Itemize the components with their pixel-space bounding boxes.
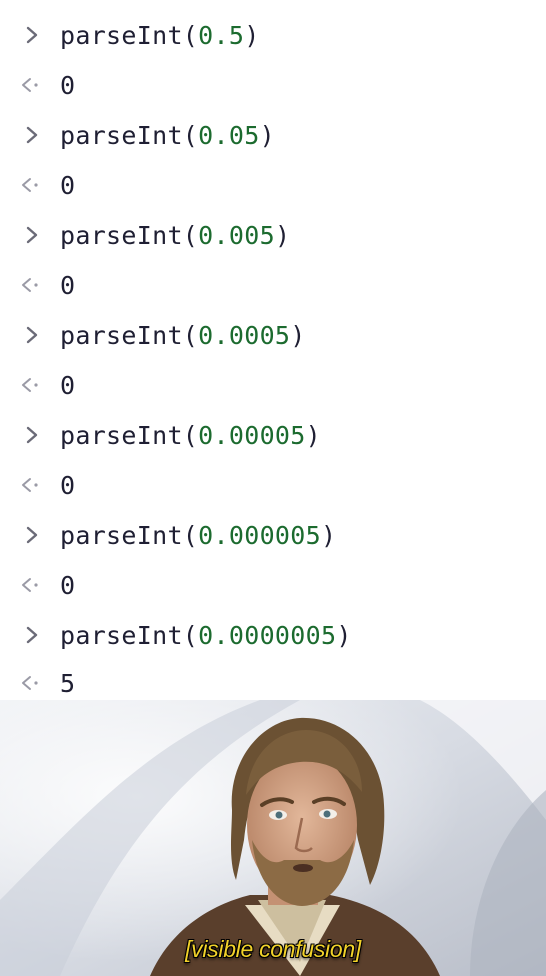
console-output-row: 0 (0, 160, 546, 210)
console-output-row: 0 (0, 260, 546, 310)
console-output-row: 0 (0, 460, 546, 510)
console-input-text: parseInt(0.05) (60, 120, 275, 150)
console-input-row[interactable]: parseInt(0.0000005) (0, 610, 546, 660)
chevron-right-icon (18, 421, 46, 449)
chevron-right-icon (18, 321, 46, 349)
devtools-console: parseInt(0.5) 0 parseInt(0.05) 0 parseIn… (0, 0, 546, 700)
return-arrow-icon (18, 471, 46, 499)
console-output-value: 0 (60, 470, 76, 500)
console-input-row[interactable]: parseInt(0.005) (0, 210, 546, 260)
console-input-row[interactable]: parseInt(0.0005) (0, 310, 546, 360)
meme-caption: [visible confusion] (185, 936, 361, 962)
console-input-row[interactable]: parseInt(0.00005) (0, 410, 546, 460)
console-output-row: 0 (0, 360, 546, 410)
reaction-image-illustration (0, 700, 546, 976)
console-input-text: parseInt(0.000005) (60, 520, 337, 550)
console-output-value: 0 (60, 270, 76, 300)
console-input-row[interactable]: parseInt(0.5) (0, 10, 546, 60)
chevron-right-icon (18, 21, 46, 49)
console-input-text: parseInt(0.0005) (60, 320, 306, 350)
console-output-value: 5 (60, 668, 76, 698)
console-output-value: 0 (60, 570, 76, 600)
return-arrow-icon (18, 271, 46, 299)
chevron-right-icon (18, 621, 46, 649)
return-arrow-icon (18, 371, 46, 399)
console-output-row: 0 (0, 560, 546, 610)
chevron-right-icon (18, 121, 46, 149)
console-output-value: 0 (60, 370, 76, 400)
chevron-right-icon (18, 221, 46, 249)
reaction-image: [visible confusion] (0, 700, 546, 976)
return-arrow-icon (18, 571, 46, 599)
return-arrow-icon (18, 669, 46, 697)
chevron-right-icon (18, 521, 46, 549)
console-input-text: parseInt(0.00005) (60, 420, 321, 450)
return-arrow-icon (18, 71, 46, 99)
console-output-value: 0 (60, 70, 76, 100)
console-input-row[interactable]: parseInt(0.000005) (0, 510, 546, 560)
console-output-value: 0 (60, 170, 76, 200)
console-input-text: parseInt(0.0000005) (60, 620, 352, 650)
return-arrow-icon (18, 171, 46, 199)
console-output-row: 0 (0, 60, 546, 110)
console-input-row[interactable]: parseInt(0.05) (0, 110, 546, 160)
console-input-text: parseInt(0.005) (60, 220, 291, 250)
console-input-text: parseInt(0.5) (60, 20, 260, 50)
